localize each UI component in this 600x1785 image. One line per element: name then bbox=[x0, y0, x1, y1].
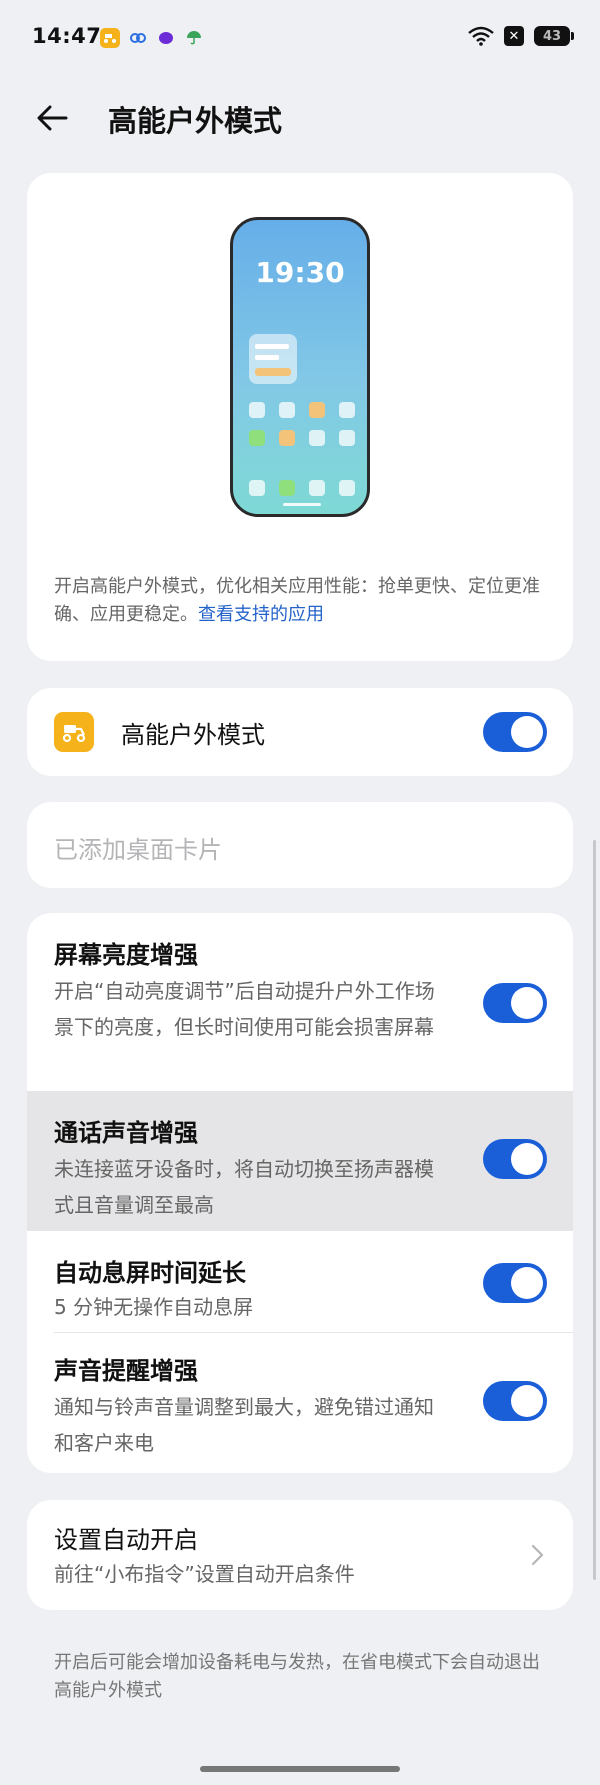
hero-description: 开启高能户外模式，优化相关应用性能：抢单更快、定位更准确、应用更稳定。查看支持的… bbox=[54, 573, 548, 629]
feature-title: 自动息屏时间延长 bbox=[54, 1259, 246, 1287]
feature-description: 5 分钟无操作自动息屏 bbox=[54, 1295, 254, 1319]
battery-level: 43 bbox=[542, 28, 562, 44]
back-arrow-icon[interactable] bbox=[32, 98, 72, 138]
chevron-right-icon bbox=[531, 1544, 544, 1566]
gesture-bar bbox=[200, 1766, 400, 1772]
auto-start-title: 设置自动开启 bbox=[54, 1526, 198, 1554]
auto-start-description: 前往“小布指令”设置自动开启条件 bbox=[54, 1562, 355, 1586]
outdoor-mode-label: 高能户外模式 bbox=[121, 721, 265, 749]
desktop-widget-label: 已添加桌面卡片 bbox=[54, 836, 222, 864]
page-header: 高能户外模式 bbox=[0, 80, 600, 160]
cloud-link-icon bbox=[128, 28, 148, 48]
delivery-app-icon bbox=[100, 28, 120, 48]
feature-title: 屏幕亮度增强 bbox=[54, 941, 198, 969]
screen-timeout-toggle[interactable] bbox=[483, 1263, 547, 1303]
delivery-scooter-icon bbox=[54, 712, 94, 752]
page-title: 高能户外模式 bbox=[108, 104, 283, 138]
outdoor-mode-toggle[interactable] bbox=[483, 712, 547, 752]
scrollbar[interactable] bbox=[593, 840, 596, 1580]
feature-row-screen-timeout[interactable]: 自动息屏时间延长 5 分钟无操作自动息屏 bbox=[27, 1231, 573, 1335]
notification-icons bbox=[100, 28, 204, 48]
messenger-icon bbox=[156, 28, 176, 48]
system-icons: ✕ 43 bbox=[468, 26, 574, 46]
feature-description: 通知与铃声音量调整到最大，避免错过通知和客户来电 bbox=[54, 1395, 434, 1455]
feature-title: 声音提醒增强 bbox=[54, 1357, 198, 1385]
feature-row-call-volume[interactable]: 通话声音增强 未连接蓝牙设备时，将自动切换至扬声器模式且音量调至最高 bbox=[27, 1091, 573, 1231]
sound-alert-toggle[interactable] bbox=[483, 1381, 547, 1421]
outdoor-mode-row[interactable]: 高能户外模式 bbox=[27, 688, 573, 776]
feature-title: 通话声音增强 bbox=[54, 1119, 198, 1147]
status-time: 14:47 bbox=[32, 24, 102, 48]
status-bar: 14:47 ✕ 43 bbox=[0, 0, 600, 80]
brightness-boost-toggle[interactable] bbox=[483, 983, 547, 1023]
phone-clock: 19:30 bbox=[255, 256, 345, 289]
phone-illustration: 19:30 bbox=[230, 217, 370, 517]
desktop-widget-row[interactable]: 已添加桌面卡片 bbox=[27, 802, 573, 888]
feature-description: 未连接蓝牙设备时，将自动切换至扬声器模式且音量调至最高 bbox=[54, 1157, 434, 1217]
feature-description: 开启“自动亮度调节”后自动提升户外工作场景下的亮度，但长时间使用可能会损害屏幕 bbox=[54, 979, 435, 1039]
battery-icon: 43 bbox=[534, 26, 574, 46]
hero-card: 19:30 开启高能户外模式，优化相关应用性能：抢单更快、定位更准确、应用更稳定… bbox=[27, 173, 573, 661]
feature-row-sound-alert[interactable]: 声音提醒增强 通知与铃声音量调整到最大，避免错过通知和客户来电 bbox=[27, 1333, 573, 1473]
umbrella-icon bbox=[184, 28, 204, 48]
feature-row-brightness[interactable]: 屏幕亮度增强 开启“自动亮度调节”后自动提升户外工作场景下的亮度，但长时间使用可… bbox=[27, 913, 573, 1091]
call-volume-toggle[interactable] bbox=[483, 1139, 547, 1179]
features-card: 屏幕亮度增强 开启“自动亮度调节”后自动提升户外工作场景下的亮度，但长时间使用可… bbox=[27, 913, 573, 1473]
no-sim-icon: ✕ bbox=[504, 26, 524, 46]
phone-widget-illustration bbox=[249, 334, 297, 384]
footer-note: 开启后可能会增加设备耗电与发热，在省电模式下会自动退出高能户外模式 bbox=[54, 1652, 540, 1701]
auto-start-row[interactable]: 设置自动开启 前往“小布指令”设置自动开启条件 bbox=[27, 1500, 573, 1610]
wifi-icon bbox=[468, 26, 494, 46]
supported-apps-link[interactable]: 查看支持的应用 bbox=[198, 604, 324, 625]
